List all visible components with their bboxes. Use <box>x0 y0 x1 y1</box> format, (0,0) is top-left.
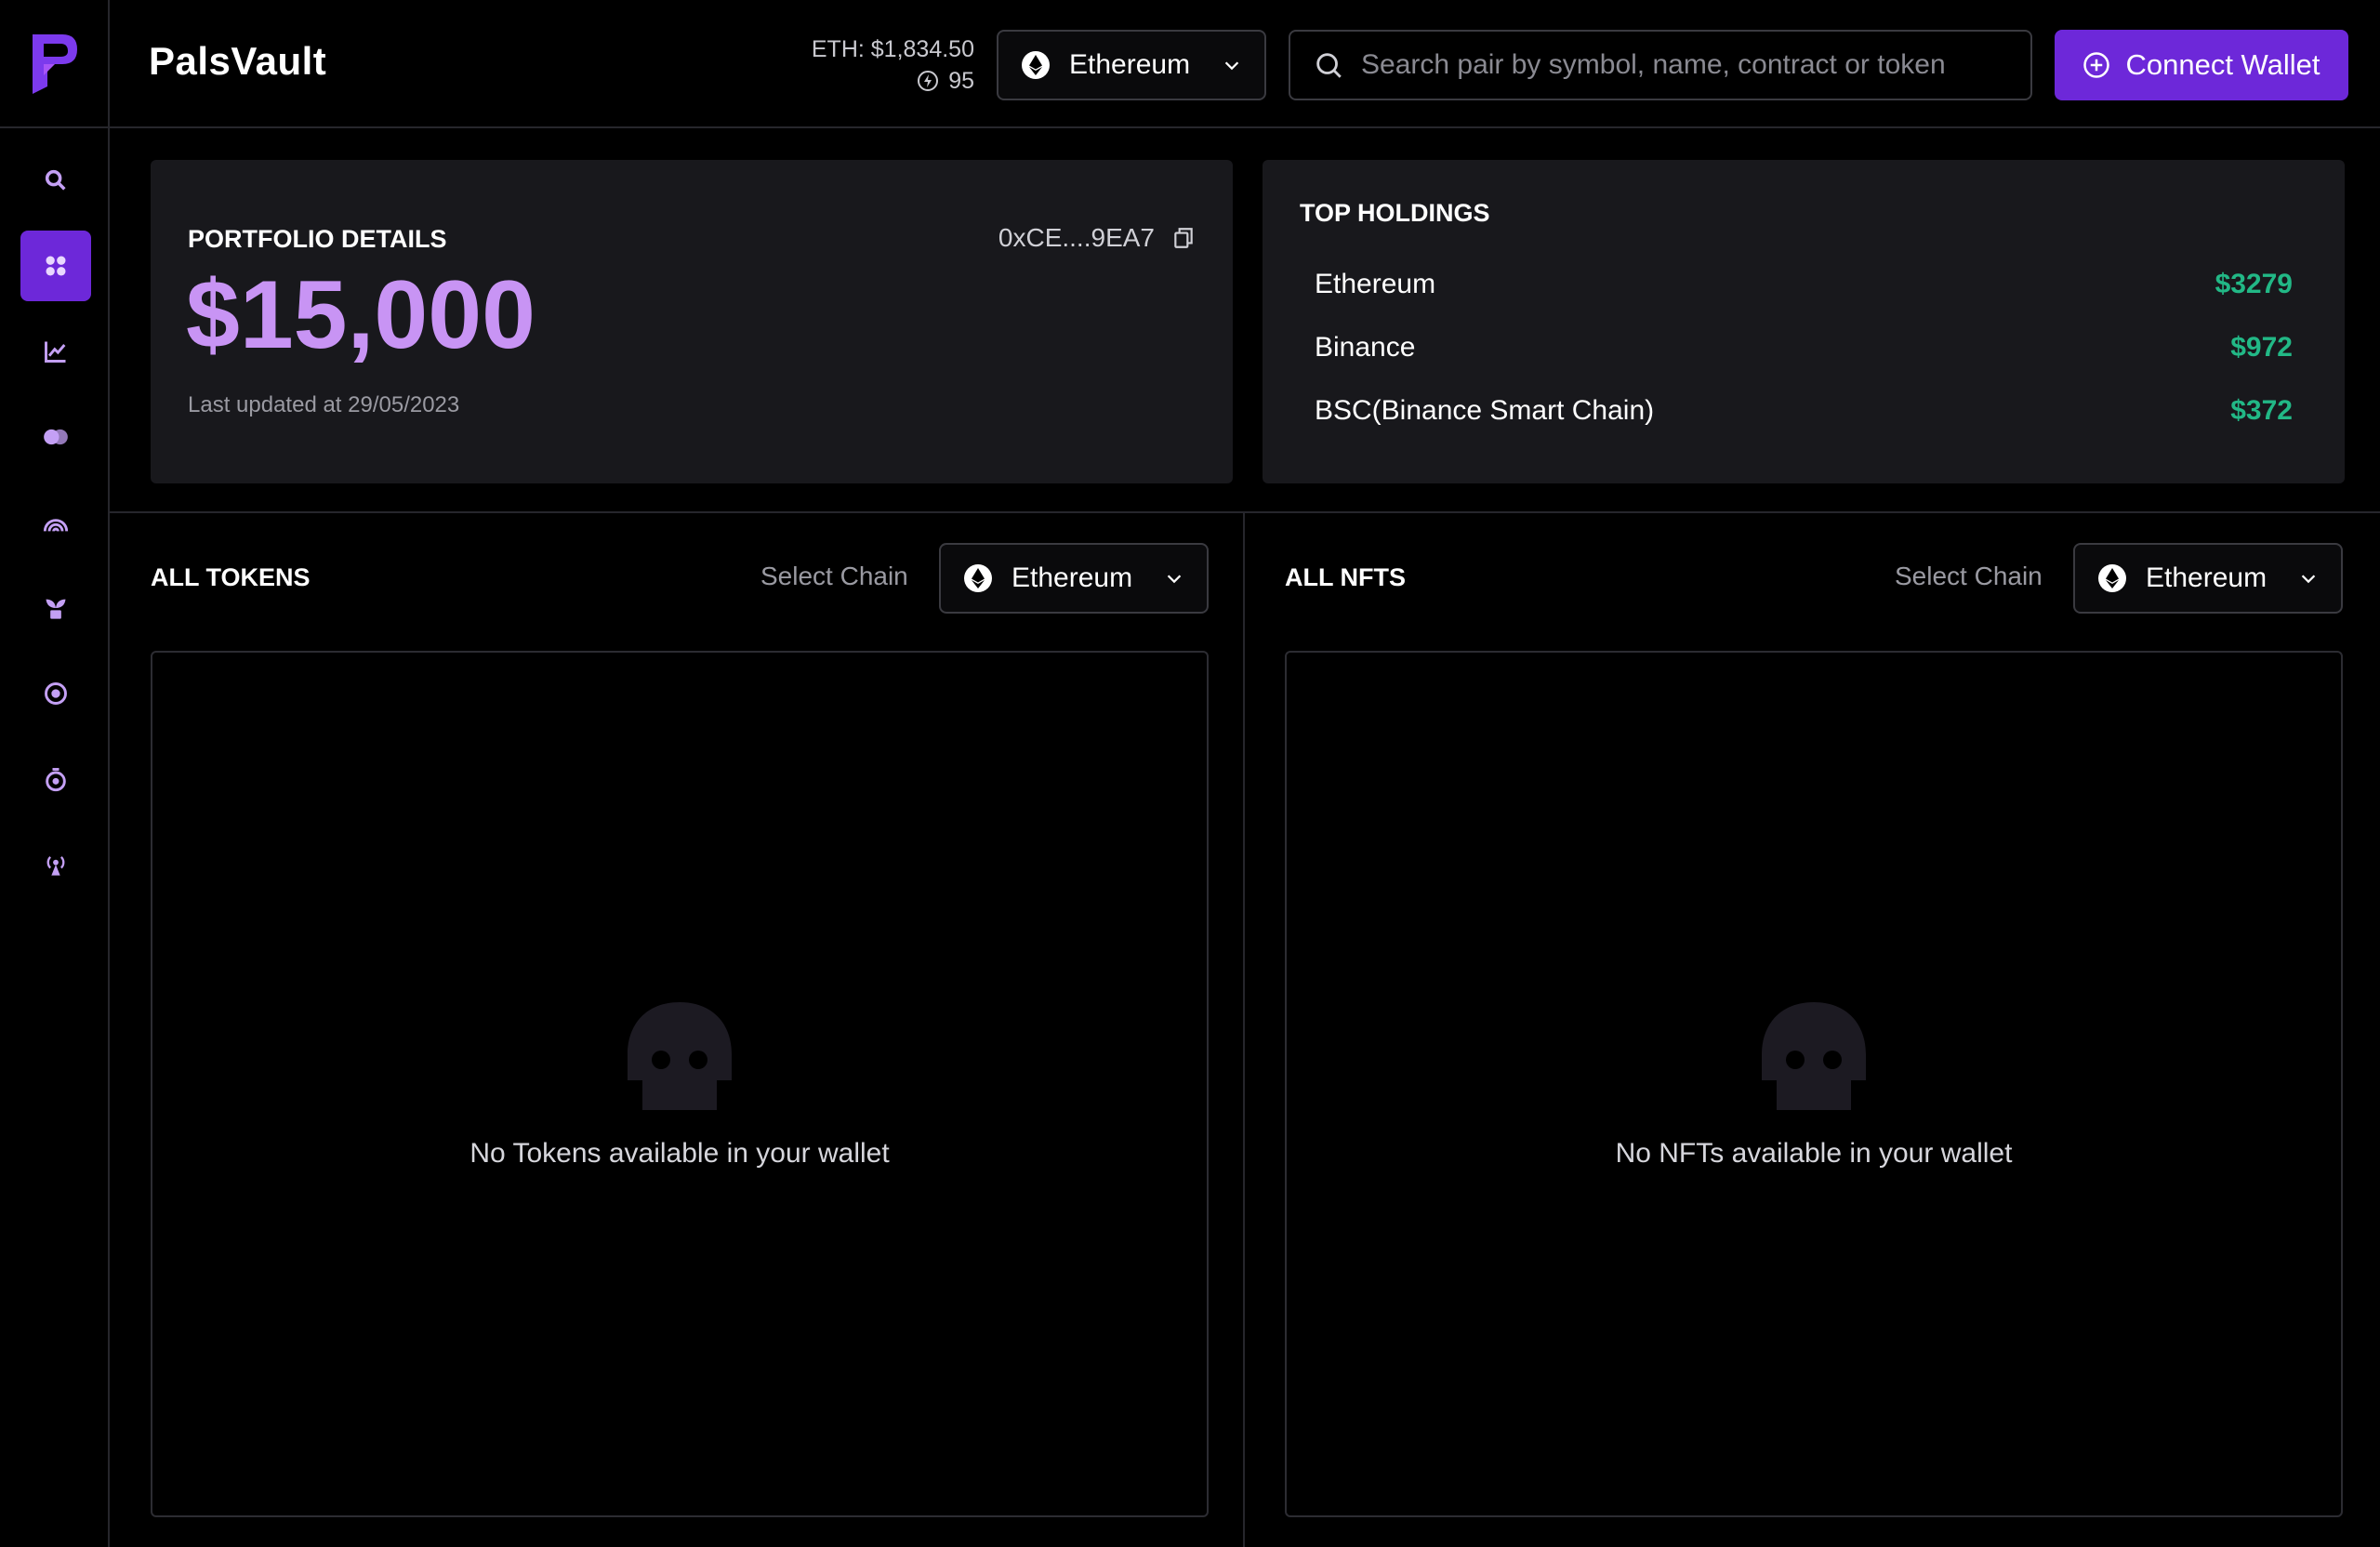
holding-row: Ethereum $3279 <box>1315 253 2293 316</box>
nfts-title: ALL NFTS <box>1285 563 1406 591</box>
sidebar-item-dashboard[interactable] <box>20 231 91 301</box>
sidebar <box>0 0 110 1547</box>
tokens-empty-text: No Tokens available in your wallet <box>469 1138 890 1169</box>
brand-logo-icon <box>33 34 77 94</box>
top-holdings-card: TOP HOLDINGS Ethereum $3279 Binance $972… <box>1263 160 2345 483</box>
top-holdings-title: TOP HOLDINGS <box>1300 199 1490 227</box>
chevron-down-icon <box>1167 575 1182 584</box>
plant-icon <box>46 599 66 619</box>
side-nav <box>0 145 110 915</box>
rainbow-icon <box>43 519 69 532</box>
sidebar-item-rainbow[interactable] <box>20 487 91 558</box>
tokens-title: ALL TOKENS <box>151 563 311 591</box>
tokens-empty-state: No Tokens available in your wallet <box>152 998 1207 1170</box>
sidebar-item-target[interactable] <box>20 658 91 729</box>
logo[interactable] <box>0 0 110 128</box>
nfts-chain-select[interactable]: Ethereum <box>2073 543 2343 614</box>
portfolio-card: PORTFOLIO DETAILS 0xCE....9EA7 $15,000 L… <box>151 160 1233 483</box>
connect-wallet-button[interactable]: Connect Wallet <box>2055 30 2348 100</box>
holding-value: $3279 <box>2215 269 2293 299</box>
top-header: PalsVault ETH: $1,834.50 95 Ethereum Con… <box>110 0 2380 128</box>
copy-icon[interactable] <box>1171 226 1196 250</box>
tokens-list: No Tokens available in your wallet <box>151 651 1209 1517</box>
holding-row: Binance $972 <box>1315 316 2293 379</box>
column-divider <box>1243 513 1245 1547</box>
holding-value: $972 <box>2230 332 2293 363</box>
holding-value: $372 <box>2230 395 2293 426</box>
brand-name: PalsVault <box>149 39 327 83</box>
connect-wallet-label: Connect Wallet <box>2125 48 2320 81</box>
gas-icon <box>918 71 939 91</box>
holding-name: Binance <box>1315 332 1416 363</box>
wallet-address-text: 0xCE....9EA7 <box>998 223 1155 252</box>
skull-icon <box>1762 1002 1866 1110</box>
nfts-empty-text: No NFTs available in your wallet <box>1615 1138 2013 1169</box>
search-icon <box>45 169 66 191</box>
holding-name: BSC(Binance Smart Chain) <box>1315 395 1655 426</box>
broadcast-icon <box>46 856 65 876</box>
nfts-chain-label: Ethereum <box>2146 562 2268 593</box>
holding-row: BSC(Binance Smart Chain) $372 <box>1315 379 2293 443</box>
tokens-chain-select[interactable]: Ethereum <box>939 543 1209 614</box>
chain-select-label: Ethereum <box>1069 49 1191 80</box>
app-root: PalsVault ETH: $1,834.50 95 Ethereum Con… <box>0 0 2380 1547</box>
sidebar-item-coins[interactable] <box>20 402 91 472</box>
dashboard-icon <box>46 256 66 276</box>
ethereum-icon <box>964 564 992 592</box>
gas-row: 95 <box>809 65 974 97</box>
target-icon <box>45 682 67 705</box>
search-icon <box>1316 53 1342 78</box>
eth-price: ETH: $1,834.50 <box>811 36 974 62</box>
holdings-list: Ethereum $3279 Binance $972 BSC(Binance … <box>1315 253 2293 443</box>
sidebar-item-timer[interactable] <box>20 744 91 814</box>
coins-icon <box>44 429 68 445</box>
chevron-down-icon <box>1224 61 1239 71</box>
wallet-address: 0xCE....9EA7 <box>998 223 1196 253</box>
holding-name: Ethereum <box>1315 269 1436 299</box>
eth-price-info: ETH: $1,834.50 95 <box>809 33 974 97</box>
gas-value: 95 <box>948 68 974 94</box>
ethereum-icon <box>1022 51 1050 79</box>
nfts-empty-state: No NFTs available in your wallet <box>1287 998 2341 1170</box>
portfolio-value: $15,000 <box>186 261 536 369</box>
skull-icon <box>628 1002 732 1110</box>
tokens-chain-label: Ethereum <box>1012 562 1133 593</box>
nfts-select-label: Select Chain <box>1895 562 2043 590</box>
chevron-down-icon <box>2301 575 2316 584</box>
search-bar[interactable] <box>1289 30 2032 100</box>
nfts-list: No NFTs available in your wallet <box>1285 651 2343 1517</box>
tokens-select-label: Select Chain <box>760 562 908 590</box>
portfolio-label: PORTFOLIO DETAILS <box>188 225 447 253</box>
plus-circle-icon <box>2083 52 2110 78</box>
chart-icon <box>45 341 66 363</box>
section-divider <box>110 511 2380 513</box>
sidebar-item-search[interactable] <box>20 145 91 216</box>
search-input[interactable] <box>1361 49 2008 81</box>
last-updated: Last updated at 29/05/2023 <box>188 392 460 417</box>
ethereum-icon <box>2098 564 2126 592</box>
sidebar-item-broadcast[interactable] <box>20 829 91 900</box>
chain-select[interactable]: Ethereum <box>997 30 1266 100</box>
sidebar-item-plant[interactable] <box>20 573 91 643</box>
timer-icon <box>46 768 66 792</box>
sidebar-item-chart[interactable] <box>20 316 91 387</box>
